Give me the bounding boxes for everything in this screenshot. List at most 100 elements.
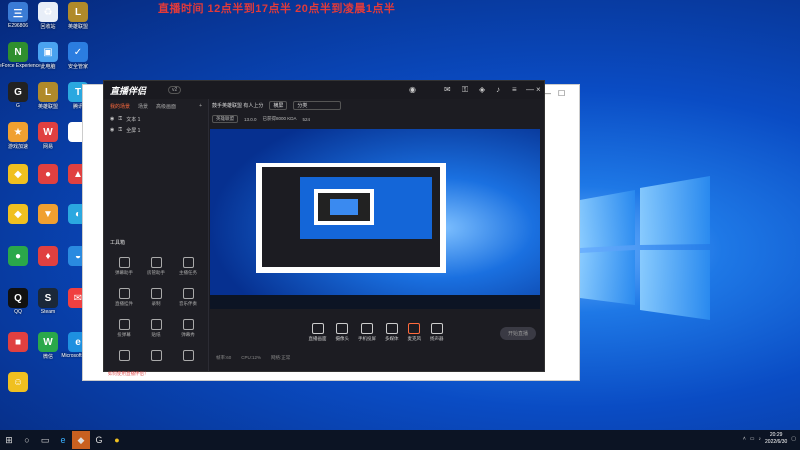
desktop-icon[interactable]: ▣ 此电脑 [33,42,63,70]
desktop-icon[interactable]: ♻ 回收站 [33,2,63,30]
app-icon: ▼ [38,204,58,224]
app-taskbar-icon[interactable]: ◆ [72,431,90,449]
source-icon [336,323,349,334]
desktop-icon[interactable]: ★ 游戏加速 [3,122,33,150]
lock-icon[interactable]: ⚿ [462,85,468,95]
league-taskbar-icon[interactable]: ● [108,431,126,449]
desktop-icon[interactable]: L 英雄联盟 [33,82,63,110]
tool-item[interactable] [140,350,172,363]
add-icon[interactable]: + [199,103,202,110]
source-button[interactable]: 摄像头 [336,323,349,342]
g-taskbar-icon[interactable]: G [90,431,108,449]
category-chip[interactable]: 分类 [293,101,342,110]
app-icon: 三 [8,2,28,22]
app-icon: ☺ [8,372,28,392]
desktop-icon[interactable]: NGeForce Experience [0,42,41,69]
desktop-icon[interactable]: ▼ [33,204,63,225]
desktop-icon[interactable]: ● [3,246,33,267]
tool-item[interactable]: 音乐伴奏 [172,288,204,307]
source-button[interactable]: 手机投屏 [358,323,376,342]
desktop-icon[interactable]: ◆ [3,204,33,225]
tab-my-scene[interactable]: 我的场景 [110,103,130,110]
tool-item[interactable]: 录制 [140,288,172,307]
eye-icon[interactable]: ◉ [110,116,114,123]
edge-taskbar-icon[interactable]: e [54,431,72,449]
desktop-icon[interactable]: ● [33,164,63,185]
game-tag[interactable]: 英雄联盟 [212,115,238,123]
desktop-icon[interactable]: GG [3,82,33,109]
source-label: 手机投屏 [358,336,376,341]
desktop-icon[interactable]: W 微信 [33,332,63,360]
tool-item[interactable]: 贴纸 [140,319,172,338]
desktop-icon[interactable]: S Steam [33,288,63,315]
eye-icon[interactable]: ◉ [110,127,114,134]
clock-time: 20:29 [769,432,783,438]
tool-item[interactable]: 弹幕助手 [108,257,140,276]
tool-item[interactable] [172,350,204,363]
maximize-icon[interactable]: ☐ [558,89,565,98]
app-icon: W [38,332,58,352]
tool-item[interactable]: 直播挂件 [108,288,140,307]
start-live-button[interactable]: 开始直播 [499,327,536,340]
source-button[interactable]: 麦克风 [408,323,421,342]
close-icon[interactable]: × [536,85,541,94]
tool-item[interactable]: 房管助手 [140,257,172,276]
app-icon: ✓ [68,42,88,62]
volume-icon[interactable]: ♪ [759,436,762,442]
tool-item[interactable] [108,350,140,363]
scene-panel: 我的场景 场景 高级画面 + ◉ ⚿ 文本 1 ◉ ⚿ 全屏 1 工具箱 弹幕助手 房管助… [104,99,209,376]
toolbox-title: 工具箱 [110,240,126,246]
skin-icon[interactable]: ◈ [479,85,485,94]
desktop-icon-label: QQ [14,309,22,315]
desktop-icon[interactable]: Q QQ [3,288,33,315]
source-button[interactable]: 扬声器 [430,323,444,342]
version-text: 13.0.0 [244,116,257,122]
stream-title[interactable]: 鼓手英雄联盟 有人上分 [212,102,263,109]
tool-label: 直播挂件 [115,301,133,306]
chevron-up-icon[interactable]: ˄ [743,436,746,442]
app-icon: Q [8,288,28,308]
minimize-icon[interactable]: — [526,85,534,94]
menu-icon[interactable]: ≡ [512,85,517,94]
source-button[interactable]: 直播画面 [309,323,327,342]
avatar[interactable]: ◉ [409,85,416,94]
clock[interactable]: 20:29 2022/6/30 [765,432,787,446]
desktop-icon[interactable]: ■ [3,332,33,353]
desktop-icon[interactable]: 三 E296806 [3,2,33,29]
scene-item[interactable]: ◉ ⚿ 文本 1 [104,114,208,125]
desktop-icon-label: 网易 [42,144,53,150]
tool-label: 弹幕秀 [181,332,195,337]
lock-icon[interactable]: ⚿ [118,116,122,123]
tab-advanced[interactable]: 高级画面 [156,103,176,110]
desktop-icon[interactable]: W 网易 [33,122,63,150]
network-icon[interactable]: ▭ [750,436,755,442]
version-badge[interactable]: v2 [168,86,182,94]
tool-item[interactable]: 主播任务 [172,257,204,276]
desktop-icon-label: 英雄联盟 [37,104,58,110]
viewer-count: 524 [302,116,311,122]
desktop-icon[interactable]: ◆ [3,164,33,185]
desktop-icon[interactable]: ♦ [33,246,63,267]
notification-icon[interactable]: ▢ [791,436,796,442]
help-notice[interactable]: 如何使用直播伴侣！ [108,371,149,377]
desktop-icon-label: G [16,103,20,109]
tool-item[interactable]: 弹幕秀 [172,319,204,338]
tool-item[interactable]: 投弹幕 [108,319,140,338]
lock-icon[interactable]: ⚿ [118,127,122,134]
task-view-icon[interactable]: ▭ [36,431,54,449]
desktop-icon[interactable]: ☺ [3,372,33,393]
search-icon[interactable]: ○ [18,431,36,449]
desktop-icon[interactable]: L 英雄联盟 [63,2,93,30]
desktop-icon[interactable]: ✓ 安全管家 [63,42,93,70]
stream-preview[interactable] [210,129,540,309]
source-button[interactable]: 多媒体 [385,323,399,342]
start-icon[interactable]: ⊞ [0,431,18,449]
orientation-chip[interactable]: 横屏 [269,101,288,110]
tool-icon [182,288,194,299]
app-icon: ■ [8,332,28,352]
tool-icon [150,288,162,299]
mail-icon[interactable]: ✉ [444,85,451,94]
tab-scene[interactable]: 场景 [138,103,148,110]
scene-item[interactable]: ◉ ⚿ 全屏 1 [104,125,208,136]
bell-icon[interactable]: ♪ [496,85,500,94]
